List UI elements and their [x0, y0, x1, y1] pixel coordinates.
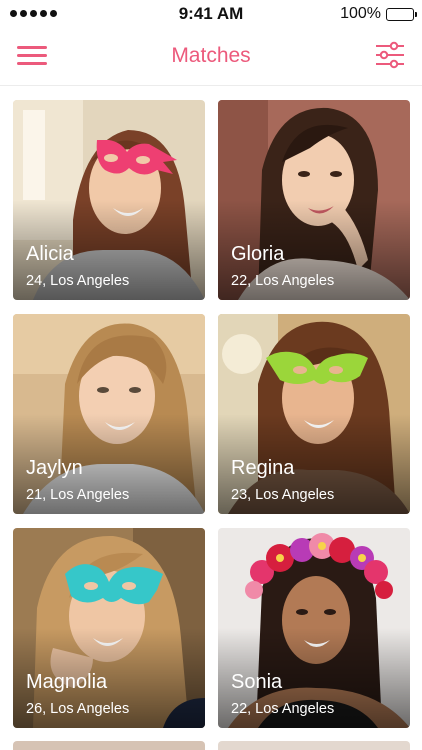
match-card-magnolia[interactable]: Magnolia 26, Los Angeles — [13, 528, 205, 728]
match-name: Magnolia — [26, 671, 108, 693]
match-name: Jaylyn — [26, 457, 83, 479]
battery-percentage: 100% — [340, 5, 381, 22]
match-name: Gloria — [231, 243, 285, 265]
page-title: Matches — [171, 44, 251, 67]
match-details: 24, Los Angeles — [26, 273, 130, 289]
match-card-sonia[interactable]: Sonia 22, Los Angeles — [218, 528, 410, 728]
battery-indicator: 100% — [340, 5, 417, 23]
sliders-filter-icon[interactable] — [374, 40, 406, 70]
match-details: 22, Los Angeles — [231, 701, 335, 717]
status-bar: 9:41 AM 100% — [0, 0, 422, 28]
next-row-card-peek[interactable] — [13, 741, 205, 750]
battery-icon — [386, 7, 417, 21]
match-card-jaylyn[interactable]: Jaylyn 21, Los Angeles — [13, 314, 205, 514]
match-details: 23, Los Angeles — [231, 487, 335, 503]
match-card-gloria[interactable]: Gloria 22, Los Angeles — [218, 100, 410, 300]
match-name: Alicia — [26, 243, 74, 265]
match-name: Regina — [231, 457, 295, 479]
match-name: Sonia — [231, 671, 283, 693]
match-card-alicia[interactable]: Alicia 24, Los Angeles — [13, 100, 205, 300]
match-details: 21, Los Angeles — [26, 487, 130, 503]
match-details: 26, Los Angeles — [26, 701, 130, 717]
match-details: 22, Los Angeles — [231, 273, 335, 289]
match-card-regina[interactable]: Regina 23, Los Angeles — [218, 314, 410, 514]
navigation-bar: Matches — [0, 28, 422, 86]
next-row-card-peek[interactable] — [218, 741, 410, 750]
